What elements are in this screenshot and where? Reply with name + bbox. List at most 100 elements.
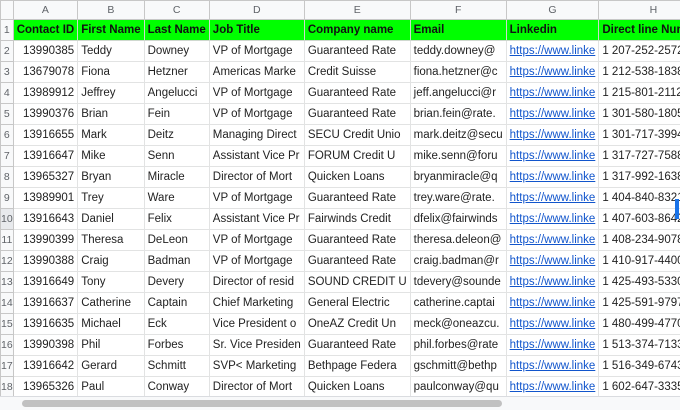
- cell[interactable]: meck@oneazcu.: [410, 314, 506, 335]
- cell[interactable]: Downey: [144, 41, 209, 62]
- cell[interactable]: mike.senn@foru: [410, 146, 506, 167]
- row-number[interactable]: 13: [1, 272, 14, 293]
- cell[interactable]: Guaranteed Rate: [304, 83, 410, 104]
- cell[interactable]: jeff.angelucci@r: [410, 83, 506, 104]
- linkedin-link[interactable]: https://www.linke: [506, 272, 599, 293]
- linkedin-link[interactable]: https://www.linke: [506, 356, 599, 377]
- cell[interactable]: Gerard: [78, 356, 144, 377]
- cell[interactable]: Guaranteed Rate: [304, 104, 410, 125]
- row-number[interactable]: 6: [1, 125, 14, 146]
- cell[interactable]: 1 425-591-9797: [599, 293, 680, 314]
- cell[interactable]: 13916635: [13, 314, 78, 335]
- cell[interactable]: Brian: [78, 104, 144, 125]
- cell[interactable]: Michael: [78, 314, 144, 335]
- cell[interactable]: Director of resid: [209, 272, 304, 293]
- cell[interactable]: Quicken Loans: [304, 167, 410, 188]
- header-cell[interactable]: Contact ID: [13, 20, 78, 41]
- cell[interactable]: Guaranteed Rate: [304, 335, 410, 356]
- row-number[interactable]: 4: [1, 83, 14, 104]
- row-number[interactable]: 1: [1, 20, 14, 41]
- cell[interactable]: Credit Suisse: [304, 62, 410, 83]
- cell[interactable]: 13916642: [13, 356, 78, 377]
- cell[interactable]: 13990385: [13, 41, 78, 62]
- column-header-b[interactable]: B: [78, 1, 144, 20]
- cell[interactable]: Daniel: [78, 209, 144, 230]
- cell[interactable]: 13989901: [13, 188, 78, 209]
- cell[interactable]: bryanmiracle@q: [410, 167, 506, 188]
- linkedin-link[interactable]: https://www.linke: [506, 251, 599, 272]
- cell[interactable]: Catherine: [78, 293, 144, 314]
- cell[interactable]: 13965327: [13, 167, 78, 188]
- column-header-g[interactable]: G: [506, 1, 599, 20]
- cell[interactable]: 1 317-992-1638: [599, 167, 680, 188]
- cell[interactable]: teddy.downey@: [410, 41, 506, 62]
- header-cell[interactable]: Linkedin: [506, 20, 599, 41]
- cell[interactable]: Captain: [144, 293, 209, 314]
- select-all-corner[interactable]: [1, 1, 14, 20]
- cell[interactable]: Americas Marke: [209, 62, 304, 83]
- cell[interactable]: 13916649: [13, 272, 78, 293]
- cell[interactable]: paulconway@qu: [410, 377, 506, 398]
- cell[interactable]: Fairwinds Credit: [304, 209, 410, 230]
- row-number[interactable]: 5: [1, 104, 14, 125]
- cell[interactable]: 1 212-538-1838: [599, 62, 680, 83]
- cell[interactable]: Angelucci: [144, 83, 209, 104]
- cell[interactable]: Felix: [144, 209, 209, 230]
- row-number[interactable]: 15: [1, 314, 14, 335]
- cell[interactable]: Teddy: [78, 41, 144, 62]
- cell[interactable]: Eck: [144, 314, 209, 335]
- cell[interactable]: 1 425-493-5330: [599, 272, 680, 293]
- cell[interactable]: 1 407-603-8642: [599, 209, 680, 230]
- row-number[interactable]: 3: [1, 62, 14, 83]
- linkedin-link[interactable]: https://www.linke: [506, 377, 599, 398]
- row-number[interactable]: 14: [1, 293, 14, 314]
- cell[interactable]: SECU Credit Unio: [304, 125, 410, 146]
- cell[interactable]: 13989912: [13, 83, 78, 104]
- cell[interactable]: trey.ware@rate.: [410, 188, 506, 209]
- cell[interactable]: 1 207-252-2572: [599, 41, 680, 62]
- cell[interactable]: Forbes: [144, 335, 209, 356]
- row-number[interactable]: 18: [1, 377, 14, 398]
- scrollbar-thumb[interactable]: [22, 400, 502, 407]
- cell[interactable]: Schmitt: [144, 356, 209, 377]
- header-cell[interactable]: Last Name: [144, 20, 209, 41]
- cell[interactable]: Bethpage Federa: [304, 356, 410, 377]
- cell[interactable]: Tony: [78, 272, 144, 293]
- linkedin-link[interactable]: https://www.linke: [506, 41, 599, 62]
- cell[interactable]: 1 408-234-9078: [599, 230, 680, 251]
- header-cell[interactable]: Direct line Number: [599, 20, 680, 41]
- row-number[interactable]: 2: [1, 41, 14, 62]
- row-number[interactable]: 9: [1, 188, 14, 209]
- cell[interactable]: OneAZ Credit Un: [304, 314, 410, 335]
- cell[interactable]: 1 480-499-4770: [599, 314, 680, 335]
- cell[interactable]: Guaranteed Rate: [304, 251, 410, 272]
- linkedin-link[interactable]: https://www.linke: [506, 209, 599, 230]
- row-number[interactable]: 17: [1, 356, 14, 377]
- cell[interactable]: gschmitt@bethp: [410, 356, 506, 377]
- linkedin-link[interactable]: https://www.linke: [506, 125, 599, 146]
- cell[interactable]: Fein: [144, 104, 209, 125]
- cell[interactable]: 1 404-840-8321: [599, 188, 680, 209]
- cell[interactable]: Ware: [144, 188, 209, 209]
- column-header-c[interactable]: C: [144, 1, 209, 20]
- cell[interactable]: FORUM Credit U: [304, 146, 410, 167]
- cell[interactable]: Devery: [144, 272, 209, 293]
- linkedin-link[interactable]: https://www.linke: [506, 230, 599, 251]
- cell[interactable]: mark.deitz@secu: [410, 125, 506, 146]
- cell[interactable]: VP of Mortgage: [209, 41, 304, 62]
- linkedin-link[interactable]: https://www.linke: [506, 62, 599, 83]
- header-cell[interactable]: Job Title: [209, 20, 304, 41]
- cell[interactable]: theresa.deleon@: [410, 230, 506, 251]
- cell[interactable]: SOUND CREDIT U: [304, 272, 410, 293]
- cell[interactable]: Director of Mort: [209, 167, 304, 188]
- linkedin-link[interactable]: https://www.linke: [506, 83, 599, 104]
- cell[interactable]: 1 301-717-3994: [599, 125, 680, 146]
- cell[interactable]: phil.forbes@rate: [410, 335, 506, 356]
- cell[interactable]: Guaranteed Rate: [304, 230, 410, 251]
- cell[interactable]: 1 317-727-7588: [599, 146, 680, 167]
- cell[interactable]: catherine.captai: [410, 293, 506, 314]
- cell[interactable]: Hetzner: [144, 62, 209, 83]
- cell[interactable]: Phil: [78, 335, 144, 356]
- row-number[interactable]: 10: [1, 209, 14, 230]
- cell[interactable]: Paul: [78, 377, 144, 398]
